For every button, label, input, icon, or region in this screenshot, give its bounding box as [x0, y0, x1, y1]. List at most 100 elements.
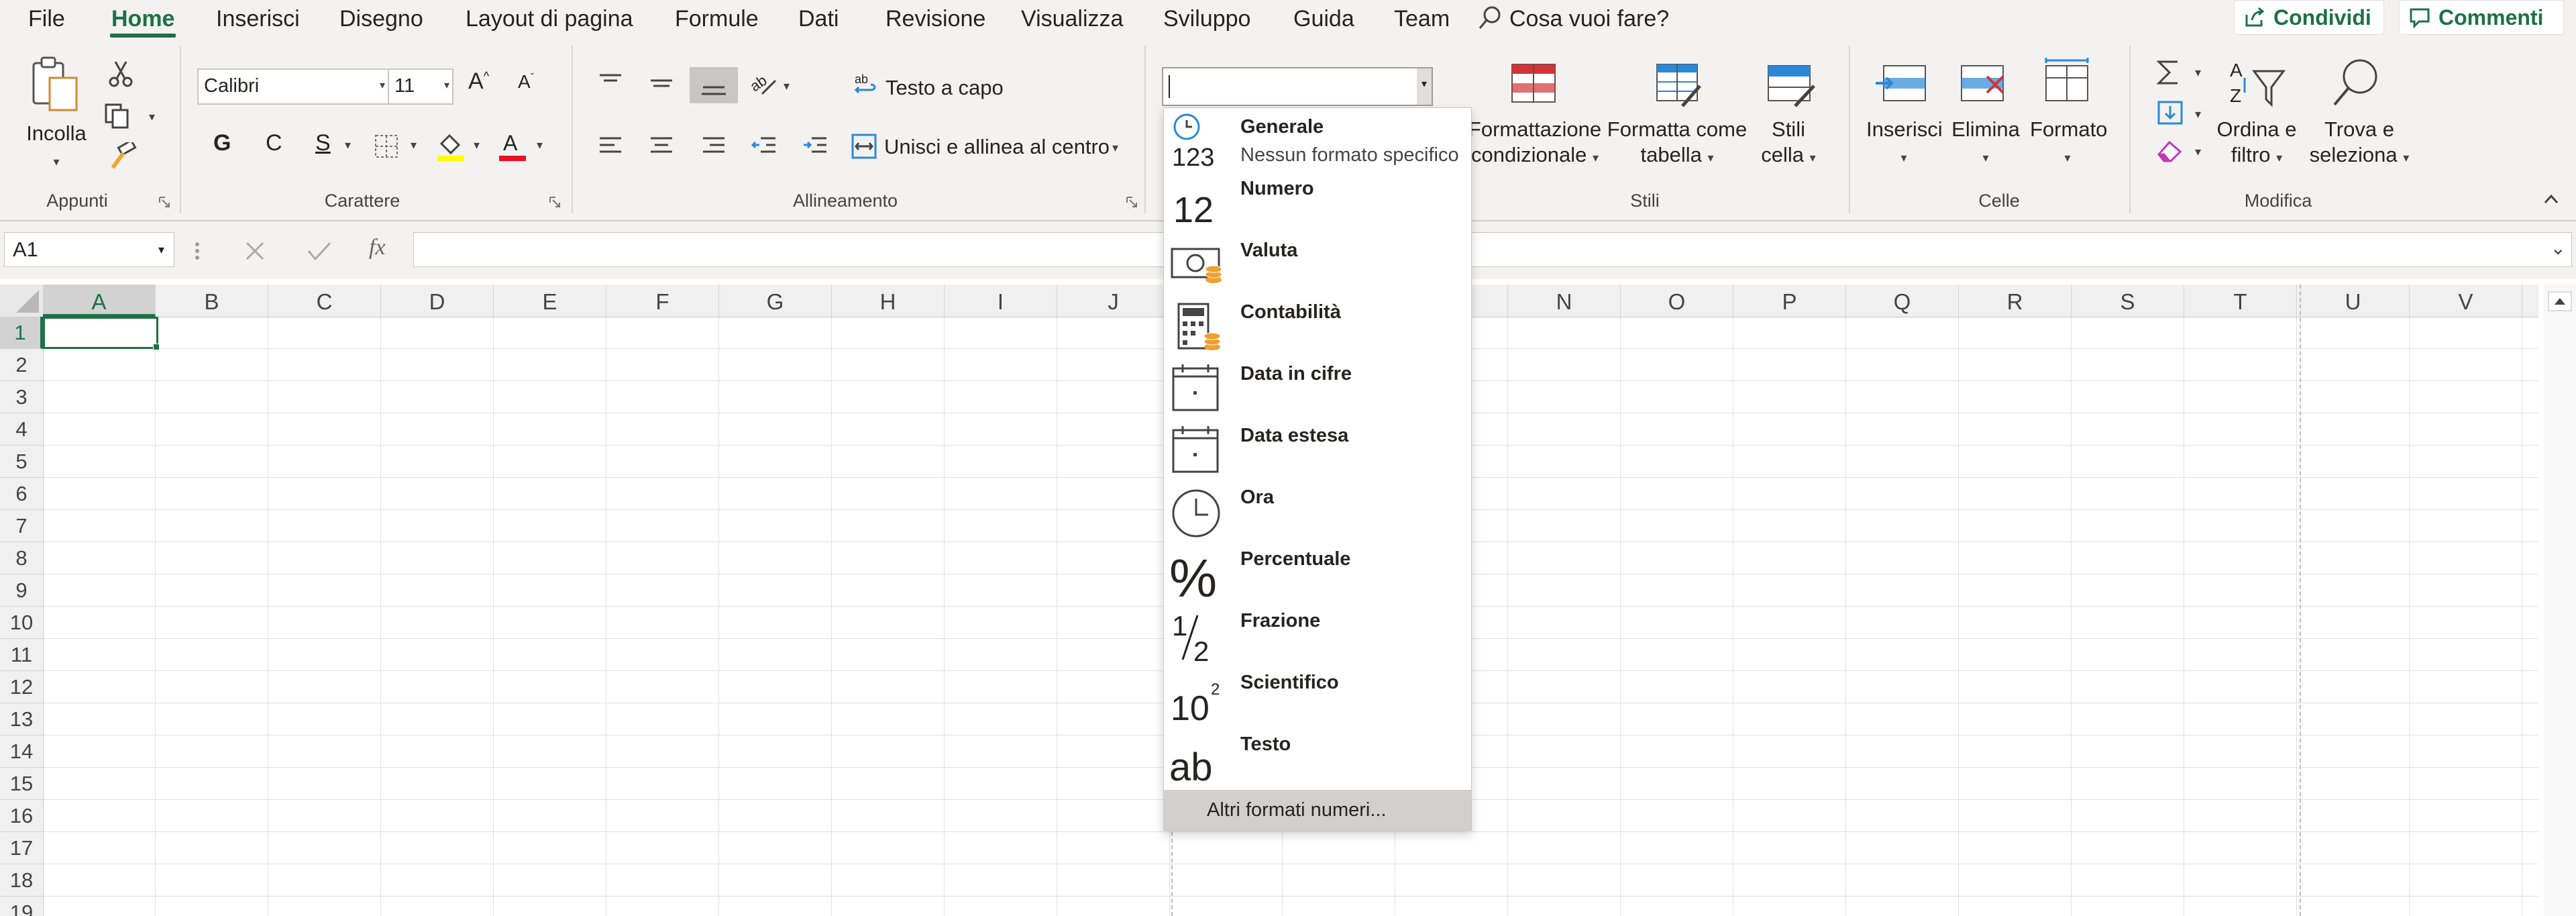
- format-option-accounting[interactable]: Contabilità: [1164, 293, 1471, 355]
- row-header-9[interactable]: 9: [0, 574, 43, 607]
- fill-color-dropdown-icon[interactable]: ▾: [474, 138, 480, 152]
- format-option-short-date[interactable]: Data in cifre: [1164, 355, 1471, 417]
- row-header-6[interactable]: 6: [0, 478, 43, 510]
- fill-color-icon[interactable]: [436, 132, 466, 162]
- insert-function-button[interactable]: fx: [369, 235, 386, 260]
- menu-guida[interactable]: Guida: [1293, 4, 1354, 34]
- alignment-launcher-icon[interactable]: [1126, 196, 1138, 208]
- merge-dropdown-icon[interactable]: ▾: [1112, 141, 1118, 155]
- menu-visualizza[interactable]: Visualizza: [1021, 4, 1123, 34]
- align-center-icon[interactable]: [648, 136, 675, 158]
- column-header-c[interactable]: C: [268, 285, 381, 317]
- row-header-2[interactable]: 2: [0, 349, 43, 381]
- grow-font-button[interactable]: A^: [468, 68, 489, 95]
- cell-styles-button[interactable]: Stili cella ▾: [1755, 117, 1822, 170]
- format-option-currency[interactable]: Valuta: [1164, 232, 1471, 293]
- clear-dropdown-icon[interactable]: ▾: [2195, 145, 2201, 159]
- collapse-ribbon-icon[interactable]: [2542, 192, 2560, 205]
- merge-center-icon[interactable]: [851, 133, 877, 160]
- borders-icon[interactable]: [373, 133, 400, 160]
- column-header-h[interactable]: H: [832, 285, 945, 317]
- row-header-14[interactable]: 14: [0, 735, 43, 768]
- font-size-box[interactable]: 11 ▾: [388, 68, 453, 105]
- expand-formula-icon[interactable]: ⌄: [2551, 237, 2566, 259]
- column-header-g[interactable]: G: [719, 285, 832, 317]
- menu-disegno[interactable]: Disegno: [339, 4, 423, 34]
- column-header-a[interactable]: A: [43, 285, 156, 317]
- format-option-text[interactable]: ab Testo: [1164, 725, 1471, 787]
- copy-icon[interactable]: [103, 102, 133, 129]
- format-option-fraction[interactable]: 12 Frazione: [1164, 602, 1471, 664]
- row-header-4[interactable]: 4: [0, 413, 43, 446]
- underline-button[interactable]: S: [315, 130, 331, 156]
- chevron-down-icon[interactable]: ▾: [444, 70, 449, 102]
- borders-dropdown-icon[interactable]: ▾: [411, 138, 417, 152]
- format-option-number[interactable]: 12 Numero: [1164, 170, 1471, 232]
- format-option-long-date[interactable]: Data estesa: [1164, 417, 1471, 478]
- format-as-table-button[interactable]: Formatta come tabella ▾: [1606, 117, 1748, 170]
- column-header-o[interactable]: O: [1621, 285, 1733, 317]
- row-header-19[interactable]: 19: [0, 897, 43, 916]
- more-number-formats-button[interactable]: Altri formati numeri...: [1164, 790, 1471, 830]
- column-header-n[interactable]: N: [1508, 285, 1621, 317]
- scroll-up-icon[interactable]: [2548, 291, 2572, 311]
- cancel-x-icon[interactable]: [243, 239, 267, 263]
- menu-home[interactable]: Home: [109, 4, 176, 38]
- column-header-b[interactable]: B: [156, 285, 268, 317]
- column-header-i[interactable]: I: [945, 285, 1057, 317]
- fill-down-icon[interactable]: [2156, 99, 2186, 126]
- column-header-f[interactable]: F: [606, 285, 719, 317]
- row-header-12[interactable]: 12: [0, 671, 43, 703]
- formula-input[interactable]: ⌄: [413, 232, 2572, 267]
- tell-me-search[interactable]: Cosa vuoi fare?: [1509, 4, 1669, 34]
- search-icon[interactable]: [1477, 4, 1504, 31]
- name-box[interactable]: A1 ▾: [4, 232, 174, 267]
- row-header-5[interactable]: 5: [0, 446, 43, 478]
- row-header-13[interactable]: 13: [0, 703, 43, 735]
- select-all-corner[interactable]: [0, 285, 43, 317]
- align-top-icon[interactable]: [597, 71, 624, 95]
- fill-handle[interactable]: [153, 344, 160, 350]
- clipboard-launcher-icon[interactable]: [158, 196, 170, 208]
- delete-cells-icon[interactable]: [1956, 63, 2011, 103]
- find-select-icon[interactable]: [2330, 56, 2381, 109]
- font-color-dropdown-icon[interactable]: ▾: [537, 138, 543, 152]
- align-bottom-button[interactable]: [690, 67, 738, 103]
- find-select-button[interactable]: Trova e seleziona ▾: [2305, 117, 2414, 170]
- align-right-icon[interactable]: [700, 136, 727, 158]
- comments-button[interactable]: Commenti: [2399, 0, 2564, 35]
- fill-dropdown-icon[interactable]: ▾: [2195, 107, 2201, 121]
- autosum-icon[interactable]: [2155, 58, 2184, 87]
- column-header-d[interactable]: D: [381, 285, 494, 317]
- format-painter-icon[interactable]: [107, 142, 137, 169]
- share-button[interactable]: Condividi: [2234, 0, 2384, 35]
- bold-button[interactable]: G: [213, 130, 231, 156]
- font-launcher-icon[interactable]: [549, 196, 561, 208]
- decrease-indent-icon[interactable]: [751, 136, 778, 158]
- orientation-dropdown-icon[interactable]: ▾: [784, 79, 790, 93]
- align-left-icon[interactable]: [597, 136, 624, 158]
- row-header-1[interactable]: 1: [0, 317, 43, 349]
- format-option-general[interactable]: 123 Generale Nessun formato specifico: [1164, 108, 1471, 170]
- autosum-dropdown-icon[interactable]: ▾: [2195, 66, 2201, 80]
- shrink-font-button[interactable]: Aˇ: [518, 71, 534, 93]
- row-header-7[interactable]: 7: [0, 510, 43, 542]
- format-as-table-icon[interactable]: [1653, 62, 1704, 109]
- row-header-15[interactable]: 15: [0, 768, 43, 800]
- format-cells-button[interactable]: Formato ▾: [2030, 117, 2107, 170]
- column-header-r[interactable]: R: [1959, 285, 2072, 317]
- chevron-down-icon[interactable]: ▾: [380, 70, 385, 102]
- paste-icon[interactable]: [30, 55, 83, 113]
- increase-indent-icon[interactable]: [802, 136, 829, 158]
- row-header-16[interactable]: 16: [0, 800, 43, 832]
- cell-styles-icon[interactable]: [1764, 62, 1818, 109]
- clear-eraser-icon[interactable]: [2155, 137, 2184, 164]
- menu-team[interactable]: Team: [1394, 4, 1450, 34]
- delete-cells-button[interactable]: Elimina ▾: [1948, 117, 2023, 170]
- format-cells-icon[interactable]: [2041, 58, 2092, 105]
- column-header-v[interactable]: V: [2410, 285, 2522, 317]
- column-header-e[interactable]: E: [494, 285, 606, 317]
- insert-cells-icon[interactable]: [1874, 63, 1929, 103]
- paste-button[interactable]: Incolla ▾: [23, 121, 90, 174]
- menu-layout-di-pagina[interactable]: Layout di pagina: [466, 4, 633, 34]
